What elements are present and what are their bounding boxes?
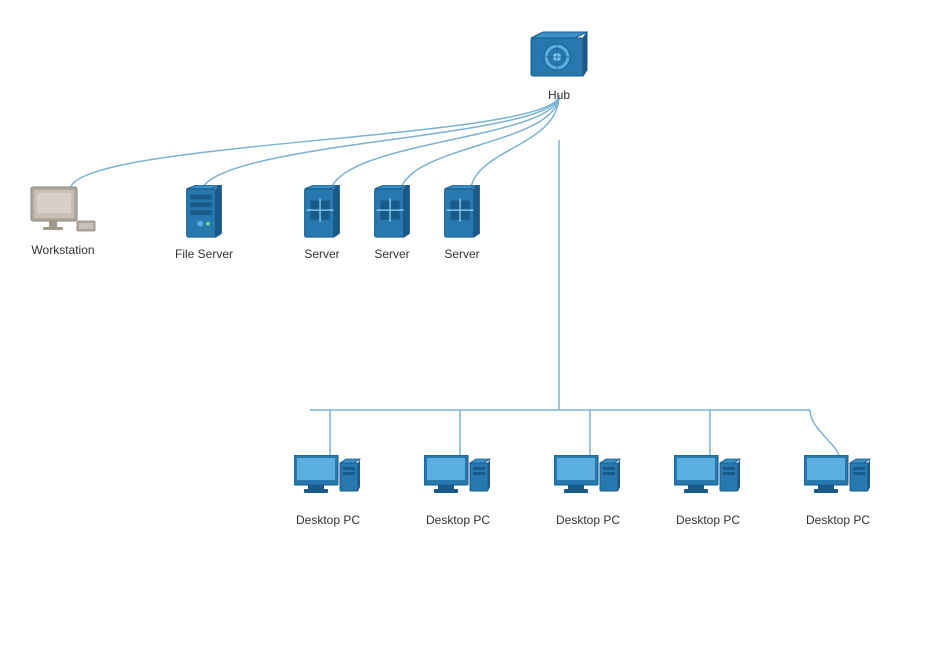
desktop3-node: Desktop PC [554,455,622,527]
desktop5-icon [804,455,872,509]
connection-lines [0,0,938,663]
server1-label: Server [304,247,339,261]
hub-icon [529,30,589,84]
server3-icon [440,185,484,243]
hub-label: Hub [548,88,570,102]
server1-icon [300,185,344,243]
desktop1-icon [294,455,362,509]
desktop2-label: Desktop PC [426,513,490,527]
desktop1-label: Desktop PC [296,513,360,527]
workstation-node: Workstation [27,185,99,257]
file-server-label: File Server [175,247,233,261]
desktop4-label: Desktop PC [676,513,740,527]
desktop4-node: Desktop PC [674,455,742,527]
server3-node: Server [440,185,484,261]
desktop3-icon [554,455,622,509]
workstation-label: Workstation [31,243,94,257]
server2-label: Server [374,247,409,261]
desktop4-icon [674,455,742,509]
workstation-icon [27,185,99,239]
server2-node: Server [370,185,414,261]
file-server-icon [182,185,226,243]
server1-node: Server [300,185,344,261]
server3-label: Server [444,247,479,261]
desktop5-label: Desktop PC [806,513,870,527]
desktop1-node: Desktop PC [294,455,362,527]
file-server-node: File Server [175,185,233,261]
desktop2-node: Desktop PC [424,455,492,527]
hub-node: Hub [529,30,589,102]
desktop2-icon [424,455,492,509]
network-diagram: Hub Workstation [0,0,938,663]
server2-icon [370,185,414,243]
desktop3-label: Desktop PC [556,513,620,527]
desktop5-node: Desktop PC [804,455,872,527]
